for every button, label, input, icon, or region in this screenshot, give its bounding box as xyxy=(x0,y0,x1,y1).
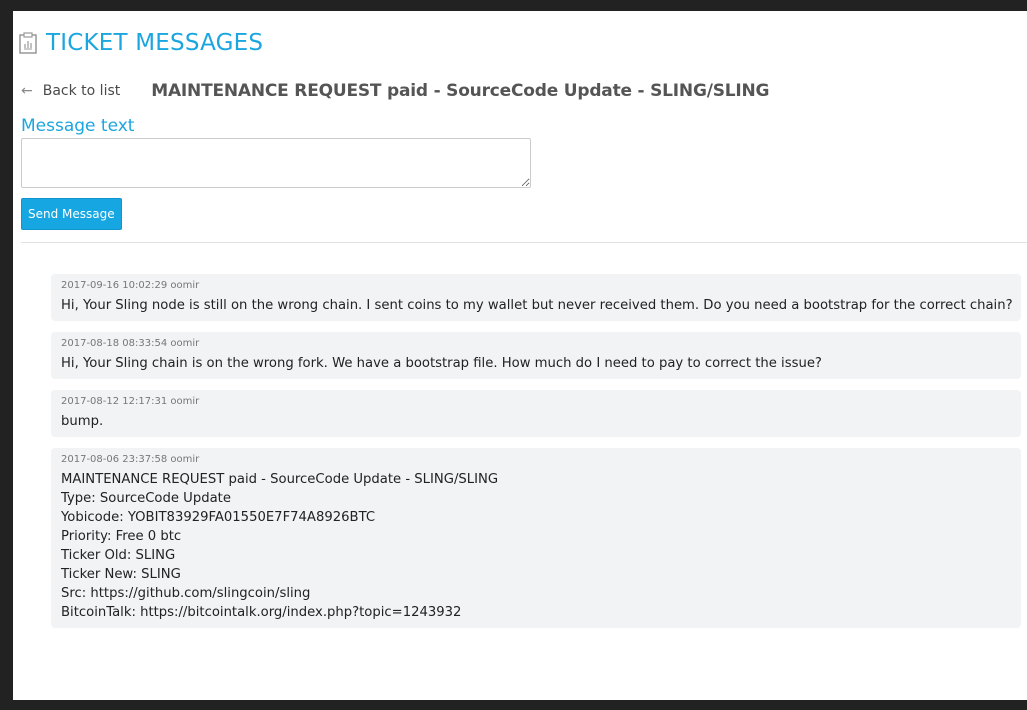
message-card: 2017-09-16 10:02:29 oomir Hi, Your Sling … xyxy=(51,274,1021,321)
message-body: Hi, Your Sling node is still on the wron… xyxy=(61,296,1013,315)
message-line: Priority: Free 0 btc xyxy=(61,529,182,544)
ticket-page: TICKET MESSAGES ← Back to list MAINTENAN… xyxy=(13,11,1027,700)
message-line: Src: https://github.com/slingcoin/sling xyxy=(61,586,311,601)
message-line: Ticker New: SLING xyxy=(61,567,181,582)
message-list: 2017-09-16 10:02:29 oomir Hi, Your Sling … xyxy=(51,274,1021,639)
page-header: TICKET MESSAGES xyxy=(19,30,263,56)
message-meta: 2017-09-16 10:02:29 oomir xyxy=(61,280,200,291)
send-message-button[interactable]: Send Message xyxy=(21,198,122,230)
message-card: 2017-08-18 08:33:54 oomir Hi, Your Sling … xyxy=(51,332,1021,379)
page-title: TICKET MESSAGES xyxy=(46,30,264,56)
message-line: bump. xyxy=(61,414,104,429)
message-card: 2017-08-12 12:17:31 oomir bump. xyxy=(51,390,1021,437)
message-line: Hi, Your Sling chain is on the wrong for… xyxy=(61,356,822,371)
message-meta: 2017-08-06 23:37:58 oomir xyxy=(61,454,200,465)
message-body: Hi, Your Sling chain is on the wrong for… xyxy=(61,354,1011,373)
back-link-label: Back to list xyxy=(42,83,121,99)
message-card: 2017-08-06 23:37:58 oomir MAINTENANCE REQ… xyxy=(51,448,1021,628)
divider xyxy=(21,242,1027,243)
message-line: Yobicode: YOBIT83929FA01550E7F74A8926BTC xyxy=(61,510,376,525)
message-textarea[interactable] xyxy=(21,138,531,188)
message-text-label: Message text xyxy=(21,116,135,136)
message-line: MAINTENANCE REQUEST paid - SourceCode Up… xyxy=(61,472,499,487)
message-body: bump. xyxy=(61,412,1011,431)
message-line: Type: SourceCode Update xyxy=(61,491,231,506)
message-meta: 2017-08-18 08:33:54 oomir xyxy=(61,338,200,349)
arrow-left-icon: ← xyxy=(21,83,33,99)
message-line: Ticker Old: SLING xyxy=(61,548,176,563)
message-line: Hi, Your Sling node is still on the wron… xyxy=(61,298,1013,313)
message-body: MAINTENANCE REQUEST paid - SourceCode Up… xyxy=(61,470,1011,622)
clipboard-chart-icon xyxy=(19,32,37,54)
back-to-list-link[interactable]: ← Back to list xyxy=(21,83,120,99)
ticket-title: MAINTENANCE REQUEST paid - SourceCode Up… xyxy=(151,81,770,101)
message-line: BitcoinTalk: https://bitcointalk.org/ind… xyxy=(61,605,462,620)
message-meta: 2017-08-12 12:17:31 oomir xyxy=(61,396,200,407)
ticket-nav: ← Back to list MAINTENANCE REQUEST paid … xyxy=(21,81,769,101)
